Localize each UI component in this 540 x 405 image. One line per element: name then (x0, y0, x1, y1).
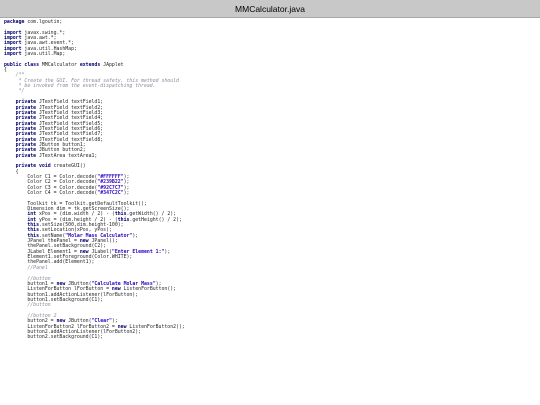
code-token: ); (164, 248, 171, 255)
code-comment: * be invoked from the event-dispatching … (4, 83, 156, 90)
code-token: com.lgoutin; (24, 19, 63, 25)
code-keyword: package (4, 19, 25, 25)
code-token: JApplet (100, 61, 124, 68)
code-comment: */ (4, 88, 25, 95)
code-comment: //button (4, 302, 51, 309)
window-title-bar[interactable]: MMCalculator.java (0, 0, 540, 18)
code-editor[interactable]: package com.lgoutin;​import javax.swing.… (0, 18, 540, 405)
code-keyword: void (39, 163, 51, 170)
code-keyword: import (4, 51, 22, 58)
code-text: package com.lgoutin;​import javax.swing.… (0, 18, 540, 341)
code-token: java.util.Map; (21, 51, 66, 58)
code-token: MMCalculator (39, 61, 80, 68)
code-token: Color C4 = Color.decode( (4, 190, 98, 196)
code-string: "#347C2C" (97, 190, 124, 196)
code-keyword: class (24, 61, 40, 68)
code-comment: //Panel (4, 264, 48, 271)
code-token: .getHeight() / 2); (129, 216, 182, 223)
code-line: button2.setBackground(C1); (4, 335, 540, 340)
code-keyword: extends (79, 61, 101, 68)
code-token: ); (132, 232, 139, 239)
code-keyword: private (15, 152, 37, 159)
code-token: JTextArea textArea1; (36, 152, 98, 159)
code-token: button2.setBackground(C1); (4, 334, 104, 341)
window-title: MMCalculator.java (235, 3, 305, 14)
code-token: ); (123, 190, 130, 196)
code-token: createGUI() (50, 163, 86, 170)
